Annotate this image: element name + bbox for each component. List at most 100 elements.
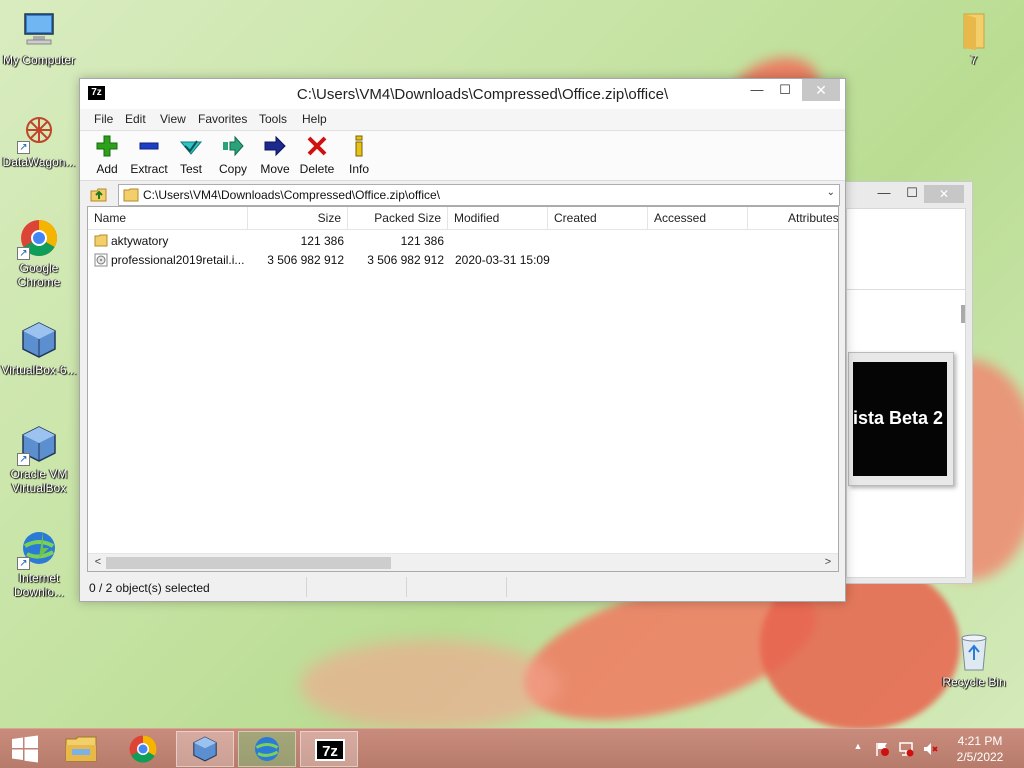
- extract-label: Extract: [130, 162, 168, 176]
- info-label: Info: [348, 162, 369, 176]
- maximize-button[interactable]: ☐: [772, 79, 798, 101]
- computer-icon: [19, 10, 59, 50]
- column-attributes[interactable]: Attributes: [782, 207, 838, 230]
- folder-icon: [954, 10, 994, 50]
- desktop-icon-google-chrome[interactable]: ↗ Google Chrome: [1, 218, 77, 289]
- menu-edit[interactable]: Edit: [125, 112, 146, 126]
- column-accessed[interactable]: Accessed: [648, 207, 748, 230]
- window-title: C:\Users\VM4\Downloads\Compressed\Office…: [296, 86, 669, 103]
- desktop-icon-label: My Computer: [2, 53, 76, 67]
- scroll-left-icon[interactable]: <: [90, 556, 106, 568]
- row-size: 3 506 982 912: [267, 253, 344, 267]
- copy-label: Copy: [218, 162, 247, 176]
- desktop-icon-label: 7: [970, 53, 978, 67]
- menu-file[interactable]: File: [94, 112, 113, 126]
- 7zip-window[interactable]: 7z C:\Users\VM4\Downloads\Compressed\Off…: [79, 78, 846, 602]
- extract-button[interactable]: Extract: [127, 134, 171, 176]
- desktop-icon-datawagon[interactable]: ↗ DataWagon...: [1, 112, 77, 169]
- folder-icon: [94, 234, 108, 250]
- info-icon: [347, 134, 371, 158]
- desktop-icon-label: Recycle Bin: [942, 675, 1006, 689]
- shortcut-arrow-icon: ↗: [17, 247, 30, 260]
- taskbar-internet-download-manager[interactable]: [238, 731, 296, 767]
- desktop-icon-oracle-vm-virtualbox[interactable]: ↗ Oracle VM VirtualBox: [1, 424, 77, 495]
- desktop-icon-recycle-bin[interactable]: Recycle Bin: [936, 632, 1012, 689]
- taskbar-file-explorer[interactable]: [52, 731, 110, 767]
- move-label: Move: [260, 162, 290, 176]
- menu-view[interactable]: View: [160, 112, 186, 126]
- folder-up-icon[interactable]: [90, 185, 108, 203]
- taskbar-chrome[interactable]: [114, 731, 172, 767]
- move-button[interactable]: Move: [253, 134, 297, 176]
- table-row[interactable]: professional2019retail.i... 3 506 982 91…: [88, 251, 838, 270]
- scroll-thumb[interactable]: [106, 557, 391, 569]
- delete-x-icon: [305, 134, 329, 158]
- start-button[interactable]: [0, 731, 50, 767]
- test-label: Test: [179, 162, 202, 176]
- action-center-flag-icon[interactable]: [874, 741, 890, 757]
- menu-bar: File Edit View Favorites Tools Help: [80, 109, 845, 131]
- horizontal-scrollbar[interactable]: < >: [88, 553, 838, 571]
- recycle-bin-icon: [954, 632, 994, 672]
- chrome-icon: ↗: [17, 218, 59, 260]
- volume-muted-icon[interactable]: [922, 741, 938, 757]
- status-divider: [306, 577, 307, 597]
- column-modified[interactable]: Modified: [448, 207, 548, 230]
- desktop-icon-virtualbox-installer[interactable]: VirtualBox-6...: [1, 320, 77, 377]
- delete-label: Delete: [299, 162, 335, 176]
- network-icon[interactable]: [898, 741, 914, 757]
- windows-logo-icon: [12, 735, 38, 763]
- virtualbox-icon: [193, 736, 217, 762]
- close-button[interactable]: ✕: [802, 79, 840, 101]
- row-packed-size: 121 386: [400, 234, 444, 248]
- chevron-down-icon[interactable]: ⌄: [827, 187, 835, 198]
- folder-icon: [123, 188, 139, 205]
- bg-close-button[interactable]: ✕: [924, 185, 964, 203]
- virtualbox-icon: [19, 320, 59, 360]
- clock-date[interactable]: 2/5/2022: [950, 750, 1010, 764]
- title-bar[interactable]: 7z C:\Users\VM4\Downloads\Compressed\Off…: [80, 79, 845, 109]
- plus-icon: [95, 134, 119, 158]
- column-packed-size[interactable]: Packed Size: [348, 207, 448, 230]
- minus-icon: [137, 134, 161, 158]
- info-button[interactable]: Info: [337, 134, 381, 176]
- address-bar: C:\Users\VM4\Downloads\Compressed\Office…: [80, 181, 845, 207]
- menu-help[interactable]: Help: [302, 112, 327, 126]
- minimize-button[interactable]: —: [744, 79, 770, 101]
- datawagon-icon: ↗: [17, 112, 59, 154]
- taskbar-virtualbox[interactable]: [176, 731, 234, 767]
- test-button[interactable]: Test: [169, 134, 213, 176]
- desktop-icon-my-computer[interactable]: My Computer: [1, 10, 77, 67]
- add-button[interactable]: Add: [85, 134, 129, 176]
- row-packed-size: 3 506 982 912: [367, 253, 444, 267]
- row-modified: 2020-03-31 15:09: [455, 253, 550, 267]
- scroll-right-icon[interactable]: >: [820, 556, 836, 568]
- column-created[interactable]: Created: [548, 207, 648, 230]
- vista-thumbnail-text: ista Beta 2: [853, 362, 947, 476]
- column-size[interactable]: Size: [248, 207, 348, 230]
- file-list[interactable]: Name Size Packed Size Modified Created A…: [87, 206, 839, 572]
- background-window-content: ista Beta 2: [846, 208, 966, 578]
- menu-tools[interactable]: Tools: [259, 112, 287, 126]
- table-row[interactable]: aktywatory 121 386 121 386: [88, 232, 838, 251]
- copy-button[interactable]: Copy: [211, 134, 255, 176]
- clock-time[interactable]: 4:21 PM: [950, 734, 1010, 748]
- background-window[interactable]: — ☐ ✕ ista Beta 2: [843, 181, 973, 584]
- path-combobox[interactable]: C:\Users\VM4\Downloads\Compressed\Office…: [118, 184, 840, 206]
- globe-download-icon: [255, 737, 279, 761]
- column-name[interactable]: Name: [88, 207, 248, 230]
- bg-minimize-button[interactable]: —: [874, 182, 894, 204]
- chrome-icon: [129, 735, 157, 763]
- check-icon: [179, 134, 203, 158]
- menu-favorites[interactable]: Favorites: [198, 112, 247, 126]
- row-name: aktywatory: [111, 234, 169, 248]
- globe-download-icon: ↗: [17, 528, 59, 570]
- bg-scroll-thumb[interactable]: [961, 305, 965, 323]
- desktop-icon-internet-download-manager[interactable]: ↗ Internet Downlo...: [1, 528, 77, 599]
- desktop-icon-folder-7[interactable]: 7: [936, 10, 1012, 67]
- delete-button[interactable]: Delete: [295, 134, 339, 176]
- vista-thumbnail: ista Beta 2: [848, 352, 954, 486]
- bg-maximize-button[interactable]: ☐: [902, 182, 922, 204]
- status-bar: 0 / 2 object(s) selected: [80, 575, 845, 601]
- taskbar-7zip[interactable]: 7z: [300, 731, 358, 767]
